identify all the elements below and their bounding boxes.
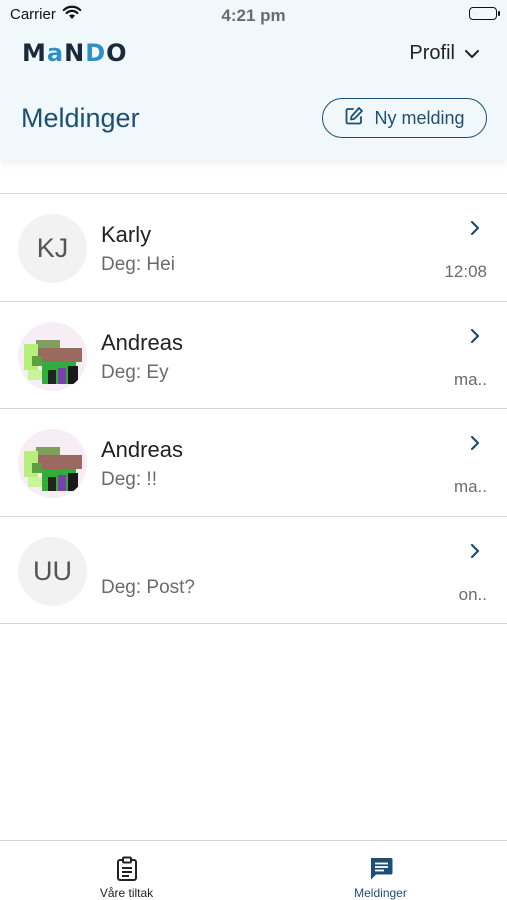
conversation-preview: Deg: !! [101, 469, 157, 490]
conversation-time: on.. [458, 584, 487, 604]
mando-logo: MaNDO [22, 39, 128, 67]
conversation-list: KJ Karly Deg: Hei 12:08 Andreas Deg: Ey [0, 193, 507, 624]
profile-label: Profil [409, 42, 455, 64]
avatar-photo [18, 321, 87, 391]
conversation-preview: Deg: Post? [101, 576, 195, 598]
clock: 4:21 pm [221, 6, 286, 25]
tab-label: Våre tiltak [99, 886, 154, 900]
conversation-time: 12:08 [444, 262, 487, 281]
conversation-name: Karly [101, 222, 152, 247]
chevron-right-icon [470, 543, 480, 564]
chat-icon [254, 856, 507, 882]
clipboard-icon [0, 856, 253, 882]
conversation-row[interactable]: KJ Karly Deg: Hei 12:08 [0, 194, 507, 302]
edit-icon [344, 106, 364, 131]
conversation-time: ma.. [453, 369, 487, 389]
conversation-preview: Deg: Hei [101, 254, 175, 275]
page-title: Meldinger [21, 103, 140, 133]
app-header: MaNDO Profil Meldinger Ny melding [0, 30, 507, 160]
chevron-right-icon [470, 435, 480, 456]
battery-icon [469, 7, 500, 20]
tab-label: Meldinger [354, 886, 407, 900]
tab-vare-tiltak[interactable]: Våre tiltak [0, 841, 253, 900]
chevron-right-icon [470, 220, 480, 241]
conversation-row[interactable]: UU Deg: Post? on.. [0, 516, 507, 624]
conversation-preview: Deg: Ey [101, 361, 169, 383]
tab-bar: Våre tiltak Meldinger [0, 840, 507, 900]
chevron-down-icon [465, 42, 479, 65]
conversation-row[interactable]: Andreas Deg: Ey ma.. [0, 301, 507, 409]
new-message-label: Ny melding [374, 107, 465, 128]
conversation-name: Andreas [101, 329, 183, 355]
conversation-name: Andreas [101, 437, 183, 462]
avatar: KJ [18, 214, 87, 283]
conversation-row[interactable]: Andreas Deg: !! ma.. [0, 409, 507, 517]
avatar-photo [18, 429, 87, 498]
conversation-time: ma.. [453, 477, 487, 496]
tab-meldinger[interactable]: Meldinger [254, 841, 507, 900]
profile-menu[interactable]: Profil [409, 42, 479, 65]
status-bar: Carrier 4:21 pm [0, 0, 507, 30]
new-message-button[interactable]: Ny melding [322, 98, 487, 138]
avatar: UU [18, 536, 87, 606]
chevron-right-icon [470, 328, 480, 349]
